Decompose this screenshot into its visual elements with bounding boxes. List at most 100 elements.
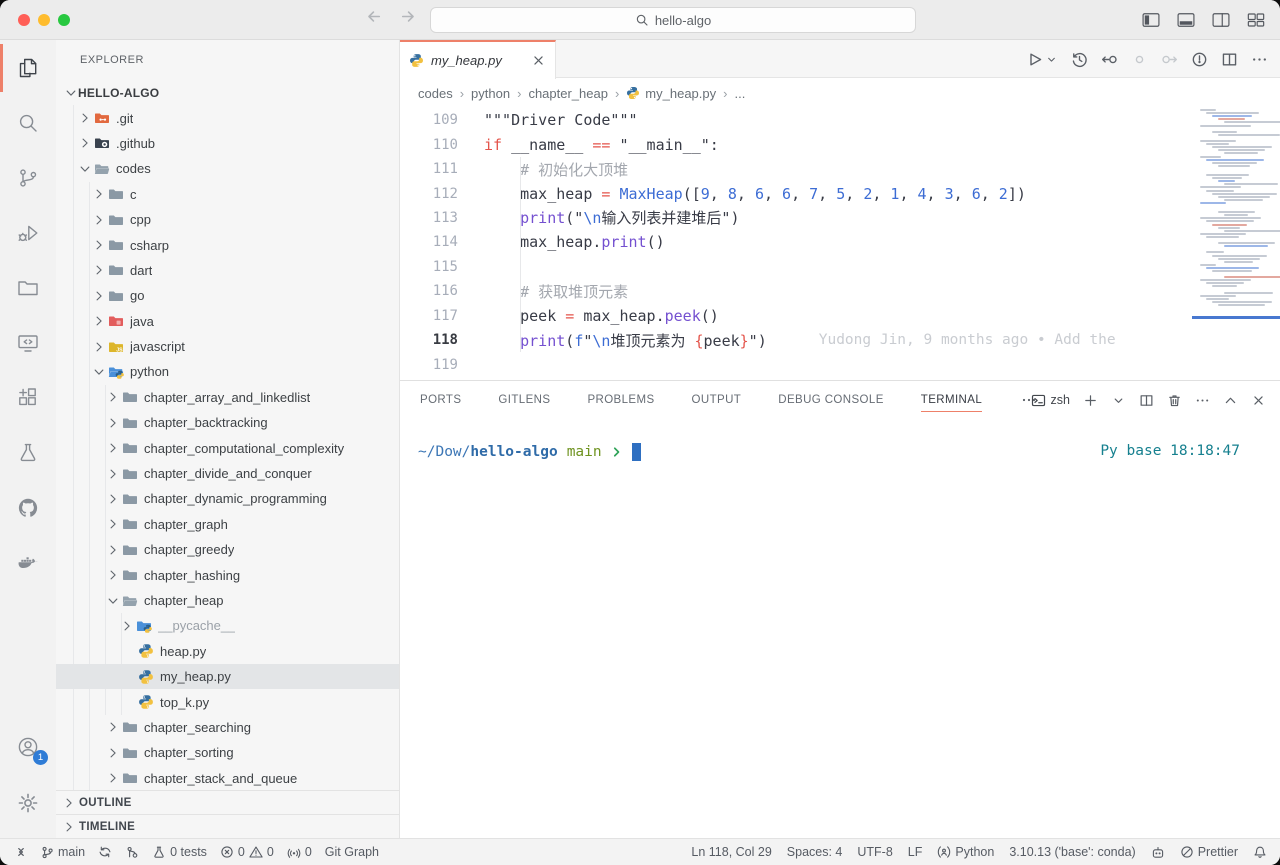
section-outline[interactable]: OUTLINE [56, 790, 399, 814]
toggle-sidebar-icon[interactable] [1141, 10, 1161, 30]
split-editor-icon[interactable] [1221, 51, 1238, 68]
tree-folder-javascript[interactable]: JSjavascript [56, 334, 399, 359]
minimap[interactable] [1192, 108, 1280, 378]
activity-item-account[interactable]: 1 [0, 723, 56, 771]
tree-folder--pycache-[interactable]: __pycache__ [56, 613, 399, 638]
split-terminal-icon[interactable] [1139, 393, 1154, 408]
activity-item-settings[interactable] [0, 779, 56, 827]
tree-folder-go[interactable]: go [56, 283, 399, 308]
section-timeline[interactable]: TIMELINE [56, 814, 399, 838]
tree-folder-c[interactable]: c [56, 182, 399, 207]
more-actions-icon[interactable] [1251, 51, 1268, 68]
activity-item-github[interactable] [0, 484, 56, 532]
toggle-panel-icon[interactable] [1176, 10, 1196, 30]
split-editor-layout-icon[interactable] [1211, 10, 1231, 30]
panel-tab-problems[interactable]: PROBLEMS [587, 381, 654, 419]
breadcrumb-item[interactable]: codes [418, 86, 453, 101]
activity-item-extensions[interactable] [0, 374, 56, 422]
status-remote-indicator[interactable] [13, 845, 27, 859]
status-cursor-position[interactable]: Ln 118, Col 29 [691, 845, 771, 859]
tree-folder-python[interactable]: python [56, 359, 399, 384]
panel-tab-gitlens[interactable]: GITLENS [498, 381, 550, 419]
activity-item-run-debug[interactable] [0, 209, 56, 257]
tree-folder-chapter-graph[interactable]: chapter_graph [56, 512, 399, 537]
activity-item-remote-explorer[interactable] [0, 319, 56, 367]
tree-file-heap-py[interactable]: heap.py [56, 639, 399, 664]
tree-folder-chapter-divide-and-conquer[interactable]: chapter_divide_and_conquer [56, 461, 399, 486]
forward-arrow-icon[interactable] [399, 8, 416, 25]
kill-terminal-icon[interactable] [1167, 393, 1182, 408]
tree-folder-chapter-searching[interactable]: chapter_searching [56, 715, 399, 740]
status-sync-changes[interactable] [98, 845, 112, 859]
activity-item-testing[interactable] [0, 429, 56, 477]
run-python-file-icon[interactable] [1026, 51, 1043, 68]
status-copilot[interactable] [1151, 845, 1165, 859]
next-change-icon[interactable] [1161, 51, 1178, 68]
command-center-search[interactable]: hello-algo [430, 7, 916, 33]
status-indentation[interactable]: Spaces: 4 [787, 845, 843, 859]
panel-tab-ports[interactable]: PORTS [420, 381, 461, 419]
status-python-interpreter[interactable]: 3.10.13 ('base': conda) [1009, 845, 1135, 859]
back-arrow-icon[interactable] [366, 8, 383, 25]
tree-folder-chapter-backtracking[interactable]: chapter_backtracking [56, 410, 399, 435]
activity-item-source-control[interactable] [0, 154, 56, 202]
tree-folder-chapter-stack-and-queue[interactable]: chapter_stack_and_queue [56, 766, 399, 790]
change-icon[interactable] [1131, 51, 1148, 68]
code-editor[interactable]: 109"""Driver Code"""110if __name__ == "_… [400, 108, 1280, 380]
panel-tab-output[interactable]: OUTPUT [692, 381, 742, 419]
tree-folder-chapter-greedy[interactable]: chapter_greedy [56, 537, 399, 562]
tree-folder-cpp[interactable]: cpp [56, 207, 399, 232]
panel-tab-debug-console[interactable]: DEBUG CONSOLE [778, 381, 884, 419]
tree-folder-codes[interactable]: codes [56, 156, 399, 181]
tree-folder--github[interactable]: .github [56, 131, 399, 156]
maximize-panel-icon[interactable] [1223, 393, 1238, 408]
status-language-mode[interactable]: Python [937, 845, 994, 859]
zoom-window-button[interactable] [58, 14, 70, 26]
tree-folder-chapter-heap[interactable]: chapter_heap [56, 588, 399, 613]
terminal[interactable]: ~/Dow/hello-algo main Py base 18:18:47 [400, 419, 1280, 461]
breadcrumb-item[interactable]: my_heap.py [626, 86, 716, 101]
breadcrumb-item[interactable]: ... [734, 86, 745, 101]
breadcrumb-item[interactable]: python [471, 86, 510, 101]
tree-folder-HELLO-ALGO[interactable]: HELLO-ALGO [56, 80, 399, 105]
tab-my-heap[interactable]: my_heap.py [400, 40, 556, 79]
minimize-window-button[interactable] [38, 14, 50, 26]
close-window-button[interactable] [18, 14, 30, 26]
status-git-graph[interactable]: Git Graph [325, 845, 379, 859]
close-tab-icon[interactable] [531, 53, 546, 68]
status-gitlens[interactable] [125, 845, 139, 859]
terminal-more-icon[interactable] [1195, 393, 1210, 408]
breadcrumb-item[interactable]: chapter_heap [528, 86, 608, 101]
tree-folder-chapter-computational-complexity[interactable]: chapter_computational_complexity [56, 435, 399, 460]
shell-picker[interactable]: zsh [1031, 393, 1070, 408]
status-tests[interactable]: 0 tests [152, 845, 207, 859]
run-dropdown-icon[interactable] [1045, 53, 1058, 66]
new-terminal-icon[interactable] [1083, 393, 1098, 408]
tree-folder-chapter-array-and-linkedlist[interactable]: chapter_array_and_linkedlist [56, 385, 399, 410]
tree-folder--git[interactable]: .git [56, 105, 399, 130]
status-problems[interactable]: 00 [220, 845, 274, 859]
status-prettier[interactable]: Prettier [1180, 845, 1238, 859]
status-encoding[interactable]: UTF-8 [857, 845, 892, 859]
tree-folder-dart[interactable]: dart [56, 258, 399, 283]
activity-item-explorer[interactable] [0, 44, 56, 92]
tree-folder-chapter-dynamic-programming[interactable]: chapter_dynamic_programming [56, 486, 399, 511]
tree-folder-csharp[interactable]: csharp [56, 232, 399, 257]
status-git-branch[interactable]: main [40, 845, 85, 859]
tree-file-top-k-py[interactable]: top_k.py [56, 689, 399, 714]
tree-file-my-heap-py[interactable]: my_heap.py [56, 664, 399, 689]
terminal-dropdown-icon[interactable] [1111, 393, 1126, 408]
status-ports[interactable]: 0 [287, 845, 312, 859]
activity-item-docker[interactable] [0, 539, 56, 587]
status-eol[interactable]: LF [908, 845, 923, 859]
tree-folder-chapter-sorting[interactable]: chapter_sorting [56, 740, 399, 765]
panel-tab-terminal[interactable]: TERMINAL [921, 381, 982, 419]
tree-folder-chapter-hashing[interactable]: chapter_hashing [56, 562, 399, 587]
file-history-icon[interactable] [1071, 51, 1088, 68]
activity-item-search[interactable] [0, 99, 56, 147]
previous-change-icon[interactable] [1101, 51, 1118, 68]
tree-folder-java[interactable]: java [56, 309, 399, 334]
status-notifications[interactable] [1253, 845, 1267, 859]
close-panel-icon[interactable] [1251, 393, 1266, 408]
gitlens-graph-icon[interactable] [1191, 51, 1208, 68]
